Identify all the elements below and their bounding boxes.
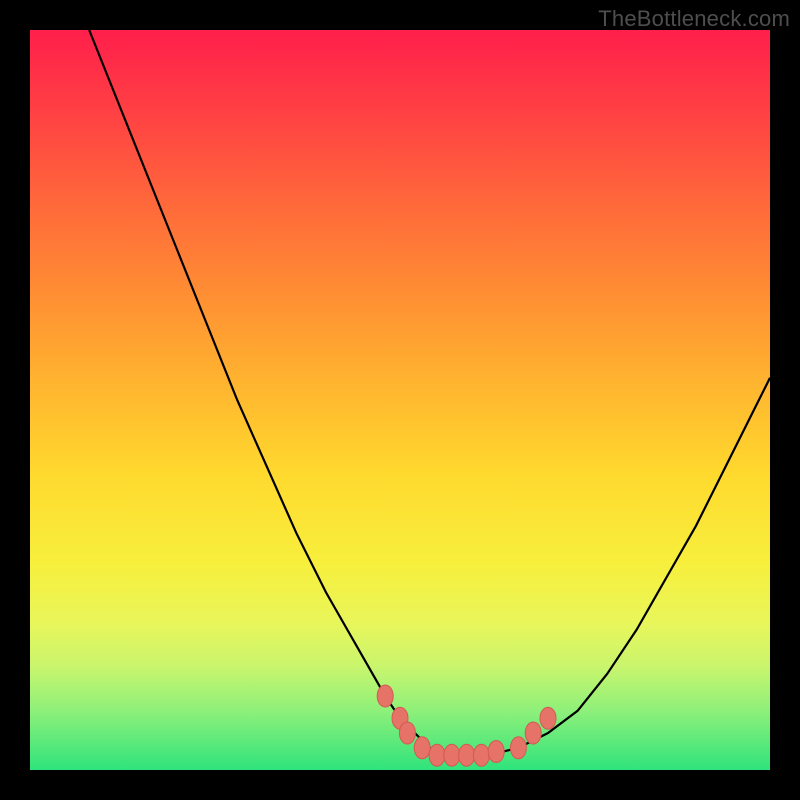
curve-marker bbox=[510, 737, 526, 759]
curve-marker bbox=[540, 707, 556, 729]
curve-marker bbox=[473, 744, 489, 766]
curve-marker bbox=[459, 744, 475, 766]
bottleneck-curve-svg bbox=[30, 30, 770, 770]
chart-frame: TheBottleneck.com bbox=[0, 0, 800, 800]
curve-marker bbox=[488, 741, 504, 763]
curve-marker bbox=[399, 722, 415, 744]
bottleneck-markers bbox=[377, 685, 556, 766]
plot-area bbox=[30, 30, 770, 770]
bottleneck-curve-path bbox=[89, 30, 770, 755]
curve-marker bbox=[525, 722, 541, 744]
curve-marker bbox=[429, 744, 445, 766]
curve-marker bbox=[377, 685, 393, 707]
curve-marker bbox=[414, 737, 430, 759]
curve-marker bbox=[444, 744, 460, 766]
watermark-text: TheBottleneck.com bbox=[598, 6, 790, 32]
